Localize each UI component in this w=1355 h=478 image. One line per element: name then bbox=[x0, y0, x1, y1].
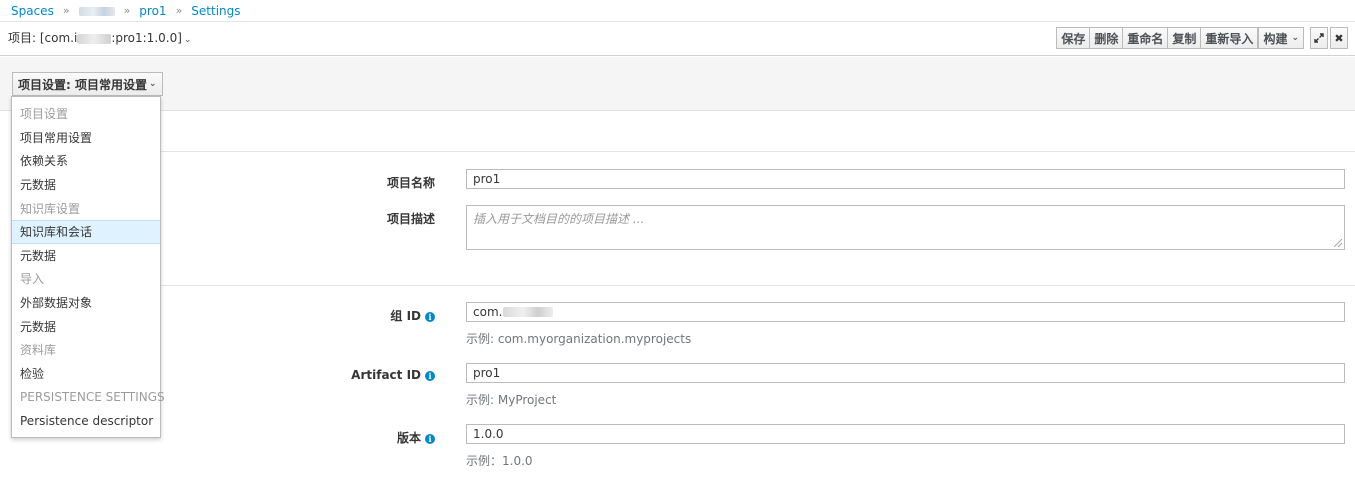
breadcrumb-project[interactable]: pro1 bbox=[139, 4, 166, 18]
info-icon[interactable]: i bbox=[425, 370, 435, 381]
breadcrumb-separator-icon: » bbox=[175, 4, 183, 17]
reimport-button[interactable]: 重新导入 bbox=[1200, 27, 1259, 49]
divider bbox=[160, 151, 1355, 152]
project-name-value: pro1 bbox=[473, 172, 501, 186]
menu-section-header: 知识库设置 bbox=[20, 201, 81, 216]
copy-button[interactable]: 复制 bbox=[1167, 27, 1202, 49]
menu-section-header: PERSISTENCE SETTINGS bbox=[20, 389, 165, 404]
chevron-down-icon: ⌄ bbox=[1291, 33, 1299, 43]
build-dropdown-button[interactable]: 构建 ⌄ bbox=[1258, 27, 1304, 49]
group-id-value: com. bbox=[473, 305, 503, 319]
project-name-input[interactable]: pro1 bbox=[466, 169, 1345, 189]
version-input[interactable]: 1.0.0 bbox=[466, 424, 1345, 444]
artifact-id-label-text: Artifact ID bbox=[351, 368, 421, 382]
artifact-id-value: pro1 bbox=[473, 366, 501, 380]
close-icon[interactable]: ✖ bbox=[1330, 27, 1348, 49]
menu-item[interactable]: 元数据 bbox=[12, 173, 160, 197]
menu-item[interactable]: 知识库和会话 bbox=[12, 219, 160, 244]
version-value: 1.0.0 bbox=[473, 427, 504, 441]
info-icon[interactable]: i bbox=[425, 433, 435, 444]
group-id-hint: 示例: com.myorganization.myprojects bbox=[466, 332, 692, 346]
menu-item[interactable]: 元数据 bbox=[12, 314, 160, 338]
version-hint: 示例：1.0.0 bbox=[466, 454, 533, 468]
project-description-placeholder: 插入用于文档目的的项目描述 ... bbox=[473, 212, 645, 226]
version-label-text: 版本 bbox=[396, 431, 421, 445]
menu-item[interactable]: 外部数据对象 bbox=[12, 291, 160, 315]
rename-button[interactable]: 重命名 bbox=[1122, 27, 1169, 49]
divider bbox=[160, 285, 1355, 286]
breadcrumb: Spaces » » pro1 » Settings bbox=[0, 0, 1355, 22]
settings-section-dropdown[interactable]: 项目设置: 项目常用设置 ⌄ bbox=[12, 72, 163, 96]
project-name-label: 项目名称 bbox=[386, 176, 435, 190]
version-label: 版本 i bbox=[235, 429, 435, 446]
build-button-label: 构建 bbox=[1263, 31, 1288, 46]
project-description-textarea[interactable]: 插入用于文档目的的项目描述 ... bbox=[466, 205, 1345, 250]
settings-dropdown-menu: 项目设置 项目常用设置 依赖关系 元数据 知识库设置 知识库和会话 元数据 导入 外部数据对象元… bbox=[11, 96, 165, 438]
breadcrumb-separator-icon: » bbox=[123, 4, 131, 17]
menu-item[interactable]: Persistence descriptor bbox=[12, 409, 160, 433]
settings-bar: 项目设置: 项目常用设置 ⌄ bbox=[0, 57, 1355, 111]
project-title-dropdown[interactable]: 项目: [com.i :pro1:1.0.0] ⌄ bbox=[8, 29, 191, 46]
project-title-suffix: :pro1:1.0.0] bbox=[111, 31, 182, 45]
group-id-label-text: 组 ID bbox=[390, 309, 421, 323]
group-id-label: 组 ID i bbox=[235, 307, 435, 324]
project-title-bar: 项目: [com.i:pro1:1.0.0] ⌄ 保存 删除 重命名 复制 重新导… bbox=[0, 22, 1355, 56]
artifact-id-hint: 示例: MyProject bbox=[466, 393, 557, 407]
project-description-label: 项目描述 bbox=[386, 212, 435, 226]
save-button[interactable]: 保存 bbox=[1056, 27, 1091, 49]
chevron-down-icon: ⌄ bbox=[183, 35, 192, 45]
chevron-down-icon: ⌄ bbox=[148, 79, 157, 89]
breadcrumb-space-name[interactable] bbox=[78, 4, 115, 18]
menu-item[interactable]: 元数据 bbox=[12, 244, 160, 268]
redacted-text bbox=[503, 307, 554, 317]
settings-dropdown-label: 项目设置: 项目常用设置 bbox=[18, 77, 147, 92]
breadcrumb-separator-icon: » bbox=[62, 4, 70, 17]
redacted-text bbox=[78, 6, 115, 16]
menu-item[interactable]: 检验 bbox=[12, 362, 160, 386]
project-title-prefix: 项目: [com.i bbox=[8, 31, 78, 45]
menu-section-header: 项目设置 bbox=[20, 107, 69, 122]
menu-section-header: 导入 bbox=[20, 272, 45, 287]
menu-item[interactable]: 依赖关系 bbox=[12, 149, 160, 173]
maximize-icon[interactable] bbox=[1310, 27, 1328, 49]
info-icon[interactable]: i bbox=[425, 311, 435, 322]
menu-section-header: 资料库 bbox=[20, 343, 57, 358]
project-toolbar: 保存 删除 重命名 复制 重新导入 构建 ⌄ bbox=[1056, 27, 1304, 49]
resize-handle-icon[interactable] bbox=[1334, 239, 1342, 247]
delete-button[interactable]: 删除 bbox=[1089, 27, 1124, 49]
breadcrumb-settings[interactable]: Settings bbox=[191, 4, 240, 18]
redacted-text bbox=[77, 33, 112, 44]
menu-item[interactable]: 项目常用设置 bbox=[12, 126, 160, 150]
artifact-id-input[interactable]: pro1 bbox=[466, 363, 1345, 383]
artifact-id-label: Artifact ID i bbox=[235, 368, 435, 382]
breadcrumb-spaces[interactable]: Spaces bbox=[11, 4, 54, 18]
group-id-input[interactable]: com. bbox=[466, 302, 1345, 322]
